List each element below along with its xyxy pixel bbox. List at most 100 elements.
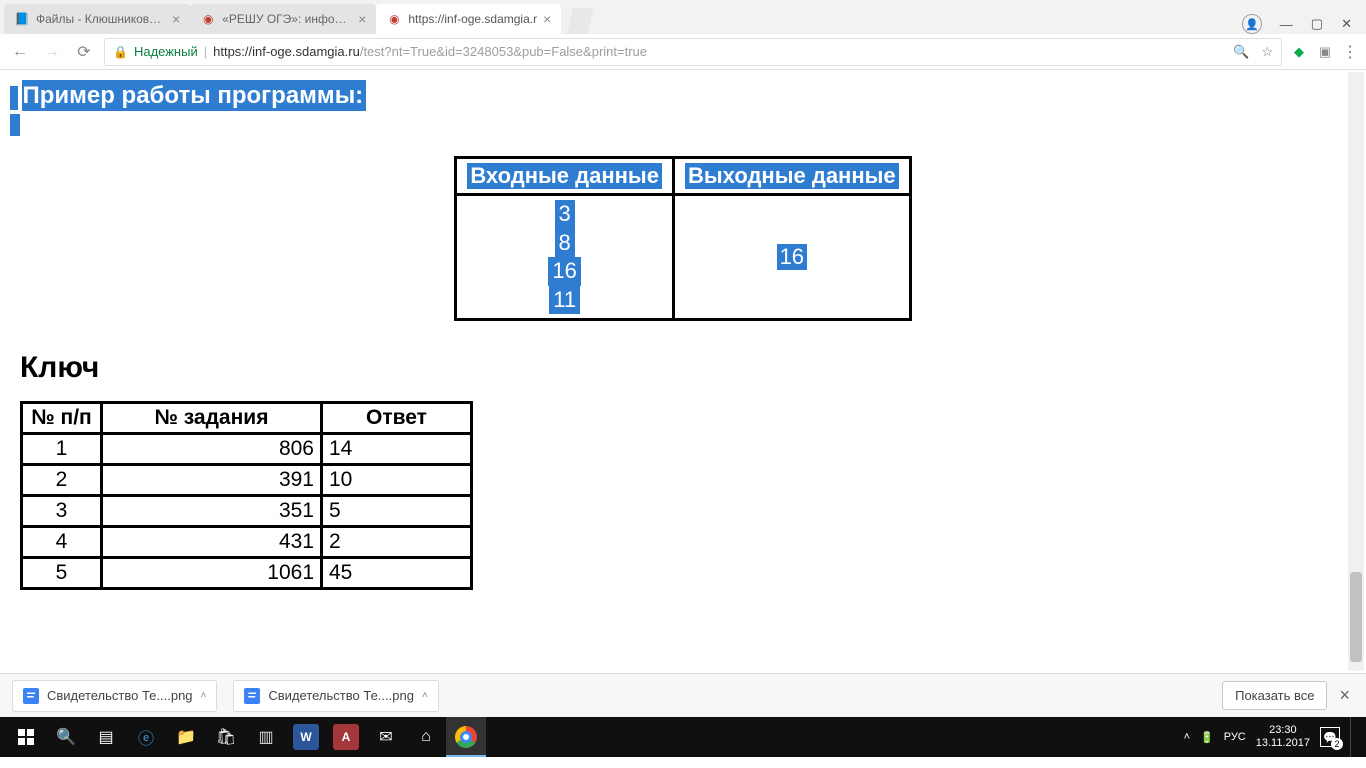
close-icon[interactable]: × xyxy=(358,12,366,26)
page-content: Пример работы программы: Входные данные … xyxy=(0,70,1366,590)
input-value: 16 xyxy=(548,257,580,286)
notification-count: 2 xyxy=(1331,738,1343,750)
cell-task: 806 xyxy=(102,434,322,465)
close-icon[interactable]: × xyxy=(543,12,551,26)
search-button[interactable]: 🔍 xyxy=(46,717,86,757)
taskbar-app-word[interactable]: W xyxy=(286,717,326,757)
forward-icon[interactable]: → xyxy=(40,43,64,61)
task-view-icon: ▤ xyxy=(98,727,113,747)
scrollbar[interactable] xyxy=(1348,72,1364,671)
language-indicator[interactable]: РУС xyxy=(1224,731,1246,743)
taskbar-app-explorer[interactable]: 📁 xyxy=(166,717,206,757)
book-icon: 📘 xyxy=(14,11,30,27)
download-item[interactable]: Свидетельство Те....png ˄ xyxy=(12,680,217,712)
word-icon: W xyxy=(293,724,319,750)
example-table-wrap: Входные данные Выходные данные 3 8 16 11… xyxy=(10,156,1356,321)
chrome-icon xyxy=(455,726,477,748)
tab-title: Файлы - Клюшникова К xyxy=(36,12,166,26)
table-row: 1 806 14 xyxy=(22,434,472,465)
windows-logo-icon xyxy=(18,729,34,745)
example-table: Входные данные Выходные данные 3 8 16 11… xyxy=(454,156,911,321)
url-text: https://inf-oge.sdamgia.ru/test?nt=True&… xyxy=(213,44,647,59)
url-path: /test?nt=True&id=3248053&pub=False&print… xyxy=(360,44,647,59)
minimize-icon[interactable]: — xyxy=(1280,17,1293,32)
bookmark-icon[interactable]: ☆ xyxy=(1261,44,1273,60)
col-output: Выходные данные xyxy=(673,158,910,195)
download-filename: Свидетельство Те....png xyxy=(47,688,193,703)
zoom-icon[interactable]: 🔍 xyxy=(1233,44,1249,60)
tab-title: https://inf-oge.sdamgia.r xyxy=(408,12,537,26)
table-header-row: № п/п № задания Ответ xyxy=(22,403,472,434)
taskbar-app-store[interactable]: 🛍 xyxy=(206,717,246,757)
download-item[interactable]: Свидетельство Те....png ˄ xyxy=(233,680,438,712)
close-icon[interactable]: × xyxy=(172,12,180,26)
taskbar-app-notes[interactable]: ▥ xyxy=(246,717,286,757)
show-desktop-button[interactable] xyxy=(1350,717,1356,757)
reload-icon[interactable]: ⟳ xyxy=(72,42,96,62)
extension-green-icon[interactable]: ◆ xyxy=(1290,43,1308,61)
key-heading: Ключ xyxy=(20,351,1356,385)
taskbar-app-mail[interactable]: ✉ xyxy=(366,717,406,757)
taskbar-app-edge[interactable]: ⓔ xyxy=(126,717,166,757)
col-input: Входные данные xyxy=(456,158,674,195)
target-icon: ◉ xyxy=(200,11,216,27)
new-tab-button[interactable] xyxy=(567,8,593,34)
cell-n: 1 xyxy=(22,434,102,465)
user-avatar-icon[interactable]: 👤 xyxy=(1242,14,1262,34)
action-center-icon[interactable]: 💬 2 xyxy=(1320,727,1340,747)
input-value: 11 xyxy=(549,286,580,315)
cell-answer: 5 xyxy=(322,496,472,527)
extension-gray-icon[interactable]: ▣ xyxy=(1316,43,1334,61)
kebab-menu-icon[interactable]: ⋮ xyxy=(1342,42,1358,62)
chevron-up-icon[interactable]: ˄ xyxy=(201,690,207,701)
table-row: 5 1061 45 xyxy=(22,558,472,589)
task-view-button[interactable]: ▤ xyxy=(86,717,126,757)
image-file-icon xyxy=(23,688,39,704)
close-icon[interactable]: × xyxy=(1335,685,1354,706)
cell-n: 4 xyxy=(22,527,102,558)
back-icon[interactable]: ← xyxy=(8,43,32,61)
download-filename: Свидетельство Те....png xyxy=(268,688,414,703)
close-window-icon[interactable]: ✕ xyxy=(1341,16,1352,32)
cell-answer: 45 xyxy=(322,558,472,589)
taskbar-app-chrome[interactable] xyxy=(446,717,486,757)
chevron-up-icon[interactable]: ˄ xyxy=(422,690,428,701)
input-cell: 3 8 16 11 xyxy=(456,195,674,320)
access-icon: A xyxy=(333,724,359,750)
address-bar[interactable]: 🔒 Надежный | https://inf-oge.sdamgia.ru/… xyxy=(104,38,1282,66)
col-input-label: Входные данные xyxy=(467,163,662,189)
omnibox-actions: 🔍 ☆ xyxy=(1233,44,1273,60)
browser-tab-2[interactable]: ◉ https://inf-oge.sdamgia.r × xyxy=(376,4,561,34)
browser-toolbar: ← → ⟳ 🔒 Надежный | https://inf-oge.sdamg… xyxy=(0,34,1366,70)
browser-tab-0[interactable]: 📘 Файлы - Клюшникова К × xyxy=(4,4,190,34)
col-answer: Ответ xyxy=(322,403,472,434)
cell-task: 351 xyxy=(102,496,322,527)
search-icon: 🔍 xyxy=(56,727,76,747)
maximize-icon[interactable]: ▢ xyxy=(1311,16,1323,32)
browser-tab-1[interactable]: ◉ «РЕШУ ОГЭ»: информат × xyxy=(190,4,376,34)
downloads-actions: Показать все × xyxy=(1222,681,1354,710)
input-stack: 3 8 16 11 xyxy=(467,200,662,314)
start-button[interactable] xyxy=(6,717,46,757)
taskbar-app-home[interactable]: ⌂ xyxy=(406,717,446,757)
table-row: 3 8 16 11 16 xyxy=(456,195,910,320)
battery-icon[interactable]: 🔋 xyxy=(1200,731,1214,744)
table-row: 4 431 2 xyxy=(22,527,472,558)
secure-label: Надежный xyxy=(134,44,198,59)
tab-title: «РЕШУ ОГЭ»: информат xyxy=(222,12,352,26)
col-n: № п/п xyxy=(22,403,102,434)
selection-prefix-strip xyxy=(10,86,18,110)
clock[interactable]: 23:30 13.11.2017 xyxy=(1256,724,1310,749)
output-value: 16 xyxy=(777,244,807,270)
notes-icon: ▥ xyxy=(258,727,273,747)
folder-icon: 📁 xyxy=(176,727,196,747)
taskbar-app-access[interactable]: A xyxy=(326,717,366,757)
show-all-downloads-button[interactable]: Показать все xyxy=(1222,681,1327,710)
scrollbar-thumb[interactable] xyxy=(1350,572,1362,662)
edge-icon: ⓔ xyxy=(138,725,154,749)
tray-chevron-icon[interactable]: ˄ xyxy=(1184,731,1190,743)
lock-icon: 🔒 xyxy=(113,45,128,59)
store-icon: 🛍 xyxy=(216,727,236,747)
image-file-icon xyxy=(244,688,260,704)
cell-task: 391 xyxy=(102,465,322,496)
